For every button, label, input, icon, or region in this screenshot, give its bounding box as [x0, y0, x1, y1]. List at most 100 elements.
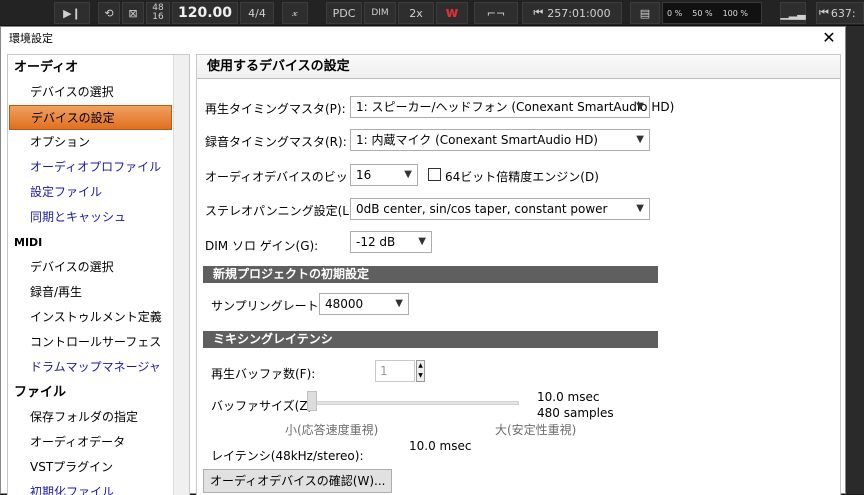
pan-select[interactable]: 0dB center, sin/cos taper, constant powe… — [350, 198, 650, 220]
engine-64bit-checkbox[interactable] — [428, 168, 441, 181]
sidebar-item[interactable]: 設定ファイル — [8, 180, 174, 205]
bit-depth-select[interactable]: 16 ▼ — [350, 164, 418, 186]
playback-master-value: 1: スピーカー/ヘッドフォン (Conexant SmartAudio HD) — [356, 100, 675, 114]
buffer-size-label: バッファサイズ(Z): — [211, 399, 317, 413]
dim-button[interactable]: DIM — [364, 2, 396, 24]
chevron-down-icon: ▼ — [636, 203, 644, 214]
confirm-audio-device-button[interactable]: オーディオデバイスの確認(W)... — [203, 469, 393, 493]
loop-icon: ⟲ — [104, 6, 114, 20]
confirm-audio-device-label: オーディオデバイスの確認(W)... — [210, 474, 386, 488]
sidebar-category[interactable]: オーディオ — [8, 55, 174, 80]
sidebar-item[interactable]: VSTプラグイン — [8, 455, 174, 480]
cpu-icon-button[interactable]: ▤ — [630, 2, 660, 24]
sidebar-item-selected[interactable]: デバイスの設定 — [9, 105, 172, 130]
category-list: オーディオ デバイスの選択 デバイスの設定 オプション オーディオプロファイル 設定ファイ… — [8, 55, 174, 495]
playback-master-label: 再生タイミングマスタ(P): — [205, 102, 346, 116]
play-pause-button[interactable]: ▶❙ — [54, 2, 90, 24]
chevron-down-icon: ▼ — [636, 134, 644, 145]
stepper-up-icon[interactable]: ▲ — [417, 361, 424, 371]
sample-rate-select[interactable]: 48000 ▼ — [319, 293, 409, 315]
record-master-label: 録音タイミングマスタ(R): — [205, 135, 347, 149]
position-value: 257:01:000 — [547, 6, 611, 20]
speed-label: 2x — [409, 6, 423, 20]
daw-right-strip — [846, 26, 864, 494]
sidebar-item[interactable]: オーディオデータ — [8, 430, 174, 455]
dialog-titlebar[interactable]: 環境設定 — [1, 27, 845, 49]
cpu-meter: 0 % 50 % 100 % — [662, 2, 762, 24]
marker-button[interactable]: ⌐¬ — [474, 2, 518, 24]
sidebar-item[interactable]: オプション — [8, 130, 174, 155]
sidebar-item[interactable]: インストゥルメント定義 — [8, 305, 174, 330]
buffer-count-input[interactable]: 1 — [375, 360, 415, 382]
meter-label-50: 50 % — [692, 8, 713, 18]
metronome-icon: 𝓍 — [292, 6, 298, 19]
playback-master-select[interactable]: 1: スピーカー/ヘッドフォン (Conexant SmartAudio HD)… — [350, 96, 674, 118]
sidebar-item[interactable]: デバイスの選択 — [8, 255, 174, 280]
cpu-icon: ▤ — [639, 6, 651, 20]
meter-label-0: 0 % — [667, 8, 683, 18]
bars-button[interactable]: ▁▂▃ — [780, 2, 806, 24]
mixing-latency-section-header: ミキシングレイテンシ — [203, 331, 658, 348]
w-button[interactable]: w — [436, 2, 468, 24]
right-rewind-icon: ⏮ — [819, 6, 829, 19]
preferences-dialog: 環境設定 ✕ オーディオ デバイスの選択 デバイスの設定 オプション オーディオプロファ… — [0, 26, 846, 495]
buffer-size-slider-thumb[interactable] — [307, 391, 317, 411]
dim-gain-label: DIM ソロ ゲイン(G): — [205, 239, 319, 253]
chevron-down-icon: ▼ — [418, 236, 426, 247]
dim-gain-select[interactable]: -12 dB ▼ — [350, 231, 432, 253]
tempo-display[interactable]: 120.00 — [172, 2, 238, 24]
sidebar-item[interactable]: コントロールサーフェス — [8, 330, 174, 355]
sidebar-item[interactable]: 同期とキャッシュ — [8, 205, 174, 230]
sidebar-item[interactable]: ドラムマップマネージャ — [8, 355, 174, 380]
stepper-down-icon[interactable]: ▼ — [417, 371, 424, 381]
time-signature[interactable]: 48 16 — [146, 2, 170, 24]
sidebar-category[interactable]: ファイル — [8, 380, 174, 405]
loop-button[interactable]: ⟲ — [98, 2, 120, 24]
sidebar-category[interactable]: MIDI — [8, 230, 174, 255]
new-project-section-header: 新規プロジェクトの初期設定 — [203, 266, 658, 283]
position-display[interactable]: ⏮ 257:01:000 — [522, 2, 622, 24]
tempo-value: 120.00 — [177, 5, 233, 21]
sidebar-item[interactable]: 保存フォルダの指定 — [8, 405, 174, 430]
buffer-count-value: 1 — [380, 364, 388, 378]
dim-label: DIM — [371, 8, 389, 18]
rewind-icon: ⏮ — [533, 6, 544, 19]
pdc-label: PDC — [332, 6, 356, 20]
metronome-button[interactable]: 𝓍 — [282, 2, 308, 24]
close-icon: ✕ — [822, 28, 836, 47]
dialog-title: 環境設定 — [9, 31, 53, 45]
engine-64bit-label: 64ビット倍精度エンジン(D) — [445, 170, 599, 184]
record-master-select[interactable]: 1: 内蔵マイク (Conexant SmartAudio HD) ▼ — [350, 129, 650, 151]
close-button[interactable]: ✕ — [821, 29, 837, 47]
buffer-count-stepper[interactable]: ▲ ▼ — [416, 360, 425, 382]
sidebar-item[interactable]: デバイスの選択 — [8, 80, 174, 105]
buffer-samples: 480 samples — [537, 406, 614, 420]
pan-value: 0dB center, sin/cos taper, constant powe… — [356, 202, 608, 216]
daw-toolbar: ▶❙ ⟲ ⊠ 48 16 120.00 4/4 𝓍 PDC DIM 2x w ⌐… — [0, 0, 864, 26]
buffer-msec: 10.0 msec — [537, 390, 600, 404]
chevron-down-icon: ▼ — [636, 101, 644, 112]
meter-display[interactable]: 4/4 — [240, 2, 274, 24]
speed-button[interactable]: 2x — [398, 2, 434, 24]
pan-label: ステレオパンニング設定(L): — [205, 204, 358, 218]
latency-label: レイテンシ(48kHz/stereo): — [211, 449, 364, 463]
slider-max-label: 大(安定性重視) — [495, 423, 577, 437]
dim-gain-value: -12 dB — [356, 235, 396, 249]
sidebar-item[interactable]: 録音/再生 — [8, 280, 174, 305]
play-pause-icon: ▶❙ — [63, 6, 81, 20]
sidebar-scrollbar[interactable] — [173, 55, 189, 495]
chevron-down-icon: ▼ — [395, 298, 403, 309]
punch-icon: ⊠ — [128, 6, 138, 20]
right-time-value: 637: — [830, 6, 856, 20]
latency-value: 10.0 msec — [409, 439, 472, 453]
sidebar-item[interactable]: 初期化ファイル — [8, 480, 174, 495]
right-time-display[interactable]: ⏮ 637: — [816, 2, 864, 24]
category-sidebar: オーディオ デバイスの選択 デバイスの設定 オプション オーディオプロファイル 設定ファイ… — [7, 54, 190, 495]
punch-button[interactable]: ⊠ — [122, 2, 144, 24]
buffer-size-slider[interactable] — [309, 401, 519, 405]
pdc-button[interactable]: PDC — [326, 2, 362, 24]
bit-depth-value: 16 — [356, 168, 372, 182]
w-label: w — [445, 5, 459, 21]
sidebar-item[interactable]: オーディオプロファイル — [8, 155, 174, 180]
chevron-down-icon: ▼ — [404, 169, 412, 180]
